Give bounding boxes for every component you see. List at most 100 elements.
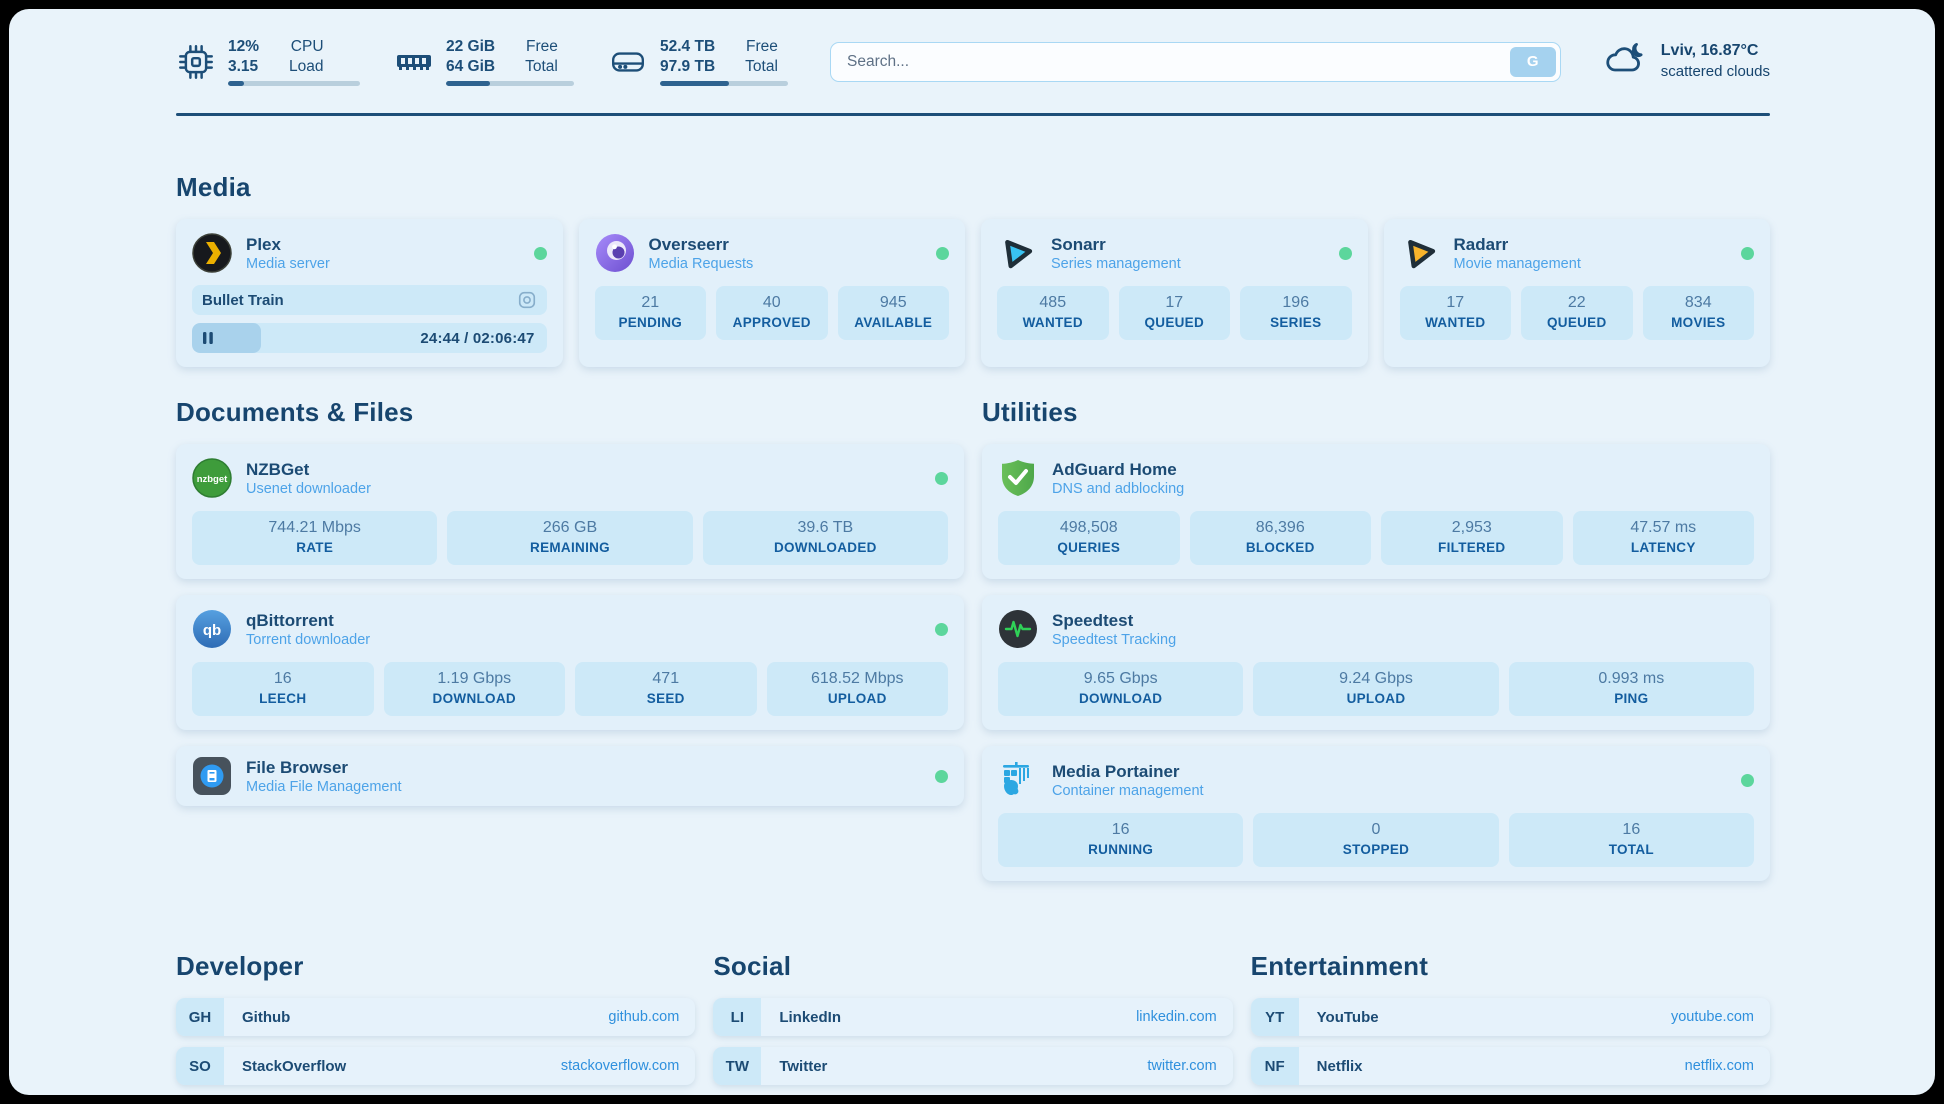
bookmark-abbr: TW (713, 1047, 761, 1085)
stat-box: 21PENDING (595, 286, 707, 340)
sonarr-icon (997, 233, 1037, 273)
camera-icon (517, 290, 537, 310)
section-title-media: Media (176, 172, 1770, 203)
app-card-nzbget[interactable]: nzbget NZBGet Usenet downloader 744.21 M… (176, 444, 964, 579)
stat-box: 9.24 GbpsUPLOAD (1253, 662, 1498, 716)
screen-frame: 12%3.15 CPULoad (0, 0, 1944, 1104)
app-title: Media Portainer (1052, 761, 1204, 782)
bookmark-name: Twitter (779, 1058, 827, 1075)
cpu-progress (228, 81, 360, 86)
section-title-entertainment: Entertainment (1251, 951, 1770, 982)
stat-box: 22QUEUED (1521, 286, 1633, 340)
status-dot (534, 247, 547, 260)
playback-time: 24:44 / 02:06:47 (420, 323, 534, 353)
app-title: Speedtest (1052, 610, 1176, 631)
weather-location-temp: Lviv, 16.87°C (1661, 41, 1770, 62)
status-dot (1339, 247, 1352, 260)
radarr-icon (1400, 233, 1440, 273)
ram-total-label: Total (525, 57, 558, 77)
ram-free: 22 GiB (446, 37, 495, 57)
stat-box: 39.6 TBDOWNLOADED (703, 511, 948, 565)
bookmark-abbr: YT (1251, 998, 1299, 1036)
status-dot (935, 623, 948, 636)
ram-stat: 22 GiB64 GiB FreeTotal (394, 37, 574, 86)
stat-box: 498,508QUERIES (998, 511, 1180, 565)
disk-free: 52.4 TB (660, 37, 715, 57)
section-documents: Documents & Files nzbget NZBGet Usenet d… (176, 397, 964, 897)
bookmark-url: twitter.com (1147, 1058, 1216, 1074)
bookmark-abbr: LI (713, 998, 761, 1036)
playback-progress-bar[interactable]: 24:44 / 02:06:47 (192, 323, 547, 353)
qbittorrent-icon: qb (192, 609, 232, 649)
portainer-icon (998, 760, 1038, 800)
top-bar: 12%3.15 CPULoad (176, 37, 1770, 86)
weather-condition: scattered clouds (1661, 62, 1770, 82)
bookmark-netflix[interactable]: NF Netflix netflix.com (1251, 1047, 1770, 1085)
app-subtitle: Movie management (1454, 255, 1581, 273)
disk-free-label: Free (745, 37, 778, 57)
ram-icon (394, 42, 434, 82)
app-card-radarr[interactable]: Radarr Movie management 17WANTED 22QUEUE… (1384, 219, 1771, 367)
app-title: File Browser (246, 757, 402, 778)
bookmark-name: LinkedIn (779, 1009, 841, 1026)
bookmark-group-developer: Developer GH Github github.com SO StackO… (176, 951, 695, 1095)
bookmark-abbr: GH (176, 998, 224, 1036)
bookmark-twitter[interactable]: TW Twitter twitter.com (713, 1047, 1232, 1085)
status-dot (936, 247, 949, 260)
app-card-sonarr[interactable]: Sonarr Series management 485WANTED 17QUE… (981, 219, 1368, 367)
app-subtitle: Speedtest Tracking (1052, 631, 1176, 649)
bookmark-github[interactable]: GH Github github.com (176, 998, 695, 1036)
search-provider-button[interactable]: G (1510, 47, 1556, 77)
bookmark-group-social: Social LI LinkedIn linkedin.com TW Twitt… (713, 951, 1232, 1095)
cpu-load-label: Load (289, 57, 323, 77)
stat-box: 945AVAILABLE (838, 286, 950, 340)
app-card-plex[interactable]: Plex Media server Bullet Train (176, 219, 563, 367)
ram-total: 64 GiB (446, 57, 495, 77)
app-subtitle: DNS and adblocking (1052, 480, 1184, 498)
hard-drive-icon (608, 42, 648, 82)
app-card-portainer[interactable]: Media Portainer Container management 16R… (982, 746, 1770, 881)
section-title-developer: Developer (176, 951, 695, 982)
section-title-documents: Documents & Files (176, 397, 964, 428)
bookmark-url: stackoverflow.com (561, 1058, 679, 1074)
bookmark-url: github.com (608, 1009, 679, 1025)
stat-box: 0.993 msPING (1509, 662, 1754, 716)
app-subtitle: Media File Management (246, 778, 402, 796)
status-dot (1741, 774, 1754, 787)
app-subtitle: Torrent downloader (246, 631, 370, 649)
system-stats: 12%3.15 CPULoad (176, 37, 788, 86)
bookmark-url: youtube.com (1671, 1009, 1754, 1025)
stat-box: 17QUEUED (1119, 286, 1231, 340)
topbar-divider (176, 113, 1770, 116)
app-card-filebrowser[interactable]: File Browser Media File Management (176, 746, 964, 806)
bookmark-linkedin[interactable]: LI LinkedIn linkedin.com (713, 998, 1232, 1036)
stat-box: 16LEECH (192, 662, 374, 716)
app-card-adguard[interactable]: AdGuard Home DNS and adblocking 498,508Q… (982, 444, 1770, 579)
plex-now-playing: Bullet Train 24:44 / 02:06:47 (192, 285, 547, 353)
app-subtitle: Series management (1051, 255, 1181, 273)
app-card-qbittorrent[interactable]: qb qBittorrent Torrent downloader 16LEEC… (176, 595, 964, 730)
stat-box: 1.19 GbpsDOWNLOAD (384, 662, 566, 716)
stat-box: 2,953FILTERED (1381, 511, 1563, 565)
app-card-overseerr[interactable]: Overseerr Media Requests 21PENDING 40APP… (579, 219, 966, 367)
weather-widget: Lviv, 16.87°C scattered clouds (1603, 41, 1770, 82)
stat-box: 47.57 msLATENCY (1573, 511, 1755, 565)
stat-box: 16RUNNING (998, 813, 1243, 867)
app-card-speedtest[interactable]: Speedtest Speedtest Tracking 9.65 GbpsDO… (982, 595, 1770, 730)
chip-icon (176, 42, 216, 82)
app-title: Overseerr (649, 234, 754, 255)
bookmark-youtube[interactable]: YT YouTube youtube.com (1251, 998, 1770, 1036)
status-dot (1741, 247, 1754, 260)
bookmark-name: Github (242, 1009, 290, 1026)
cpu-percent: 12% (228, 37, 259, 57)
app-title: Sonarr (1051, 234, 1181, 255)
status-dot (935, 472, 948, 485)
dashboard-panel: 12%3.15 CPULoad (9, 9, 1935, 1095)
cloud-moon-icon (1603, 41, 1649, 82)
status-dot (935, 770, 948, 783)
search-input[interactable] (830, 42, 1561, 82)
stat-box: 0STOPPED (1253, 813, 1498, 867)
search-bar: G (830, 42, 1561, 82)
bookmark-stackoverflow[interactable]: SO StackOverflow stackoverflow.com (176, 1047, 695, 1085)
stat-box: 618.52 MbpsUPLOAD (767, 662, 949, 716)
